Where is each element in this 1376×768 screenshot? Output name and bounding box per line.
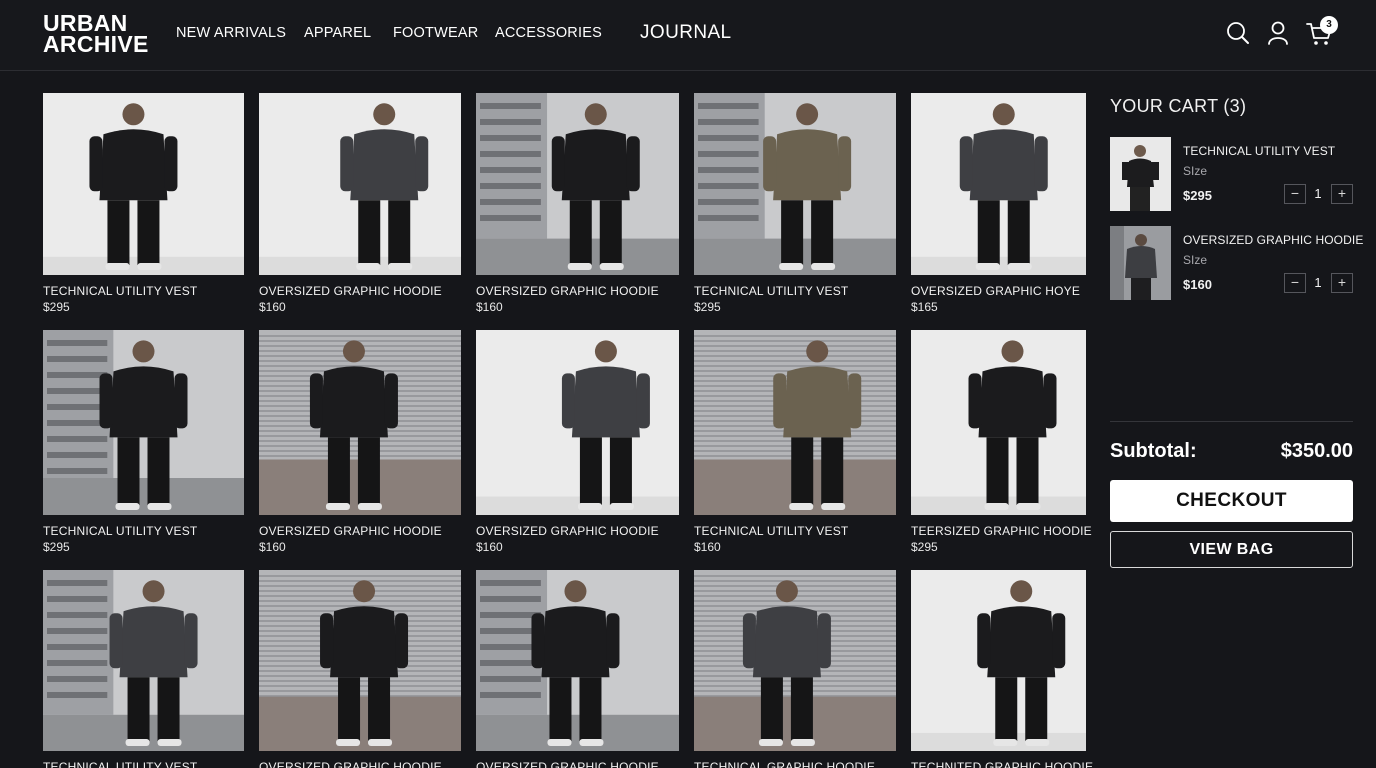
search-icon[interactable] <box>1225 19 1251 47</box>
product-card[interactable]: TECHNICAL UTILITY VEST <box>43 570 244 768</box>
product-image[interactable] <box>43 570 244 751</box>
brand-logo[interactable]: URBAN ARCHIVE <box>43 12 149 57</box>
cart-item: OVERSIZED GRAPHIC HOODIE SIze $160 − 1 + <box>1110 226 1363 302</box>
cart-item-thumbnail[interactable] <box>1110 137 1171 211</box>
product-name[interactable]: TECHNICAL UTILITY VEST <box>43 524 197 538</box>
product-name[interactable]: OVERSIZED GRAPHIC HOODIE <box>476 284 659 298</box>
subtotal-label: Subtotal: <box>1110 440 1197 462</box>
product-image[interactable] <box>259 570 461 751</box>
product-price: $295 <box>43 300 70 314</box>
user-icon[interactable] <box>1266 19 1292 47</box>
product-price: $295 <box>43 540 70 554</box>
product-card[interactable]: TECHNICAL UTILITY VEST $295 <box>694 93 896 318</box>
product-image[interactable] <box>476 93 679 275</box>
nav-new-arrivals[interactable]: NEW ARRIVALS <box>176 25 286 41</box>
product-card[interactable]: TECHNICAL UTILITY VEST $160 <box>694 330 896 555</box>
product-image[interactable] <box>694 570 896 751</box>
product-price: $295 <box>694 300 721 314</box>
product-name[interactable]: TECHNICAL UTILITY VEST <box>694 284 848 298</box>
product-image[interactable] <box>911 570 1086 751</box>
product-name[interactable]: TEERSIZED GRAPHIC HOODIE <box>911 524 1092 538</box>
product-card[interactable]: OVERSIZED GRAPHIC HOODIE <box>476 570 679 768</box>
qty-increase-button[interactable]: + <box>1331 184 1353 204</box>
nav-accessories[interactable]: ACCESSORIES <box>495 25 602 41</box>
qty-decrease-button[interactable]: − <box>1284 273 1306 293</box>
product-name[interactable]: TECHNICAL UTILITY VEST <box>43 284 197 298</box>
product-card[interactable]: OVERSIZED GRAPHIC HOODIE $160 <box>476 93 679 318</box>
product-card[interactable]: OVERSIZED GRAPHIC HOYE $165 <box>911 93 1086 318</box>
cart-divider <box>1110 421 1353 422</box>
product-image[interactable] <box>911 330 1086 515</box>
product-price: $160 <box>259 540 286 554</box>
product-name[interactable]: OVERSIZED GRAPHIC HOODIE <box>476 524 659 538</box>
qty-decrease-button[interactable]: − <box>1284 184 1306 204</box>
subtotal-value: $350.00 <box>1280 440 1353 462</box>
product-image[interactable] <box>259 330 461 515</box>
product-name[interactable]: TECHNITED GRAPHIC HOODIE <box>911 760 1093 768</box>
brand-line-2: ARCHIVE <box>43 31 149 57</box>
product-price: $165 <box>911 300 938 314</box>
product-price: $295 <box>911 540 938 554</box>
product-name[interactable]: OVERSIZED GRAPHIC HOODIE <box>476 760 659 768</box>
cart-item-price: $295 <box>1183 188 1212 203</box>
qty-increase-button[interactable]: + <box>1331 273 1353 293</box>
product-card[interactable]: OVERSIZED GRAPHIC HOODIE <box>259 570 461 768</box>
product-name[interactable]: OVERSIZED GRAPHIC HOODIE <box>259 284 442 298</box>
cart-item-name: TECHNICAL UTILITY VEST <box>1183 144 1336 158</box>
product-name[interactable]: TECHNICAL GRAPHIC HOODIE <box>694 760 875 768</box>
nav-journal[interactable]: JOURNAL <box>640 22 731 44</box>
product-name[interactable]: TECHNICAL UTILITY VEST <box>43 760 197 768</box>
product-price: $160 <box>476 300 503 314</box>
product-image[interactable] <box>694 93 896 275</box>
qty-value: 1 <box>1314 186 1322 201</box>
product-image[interactable] <box>694 330 896 515</box>
product-name[interactable]: TECHNICAL UTILITY VEST <box>694 524 848 538</box>
product-image[interactable] <box>476 330 679 515</box>
product-card[interactable]: TECHNICAL GRAPHIC HOODIE <box>694 570 896 768</box>
product-name[interactable]: OVERSIZED GRAPHIC HOYE <box>911 284 1080 298</box>
nav-apparel[interactable]: APPAREL <box>304 25 371 41</box>
product-card[interactable]: TECHNICAL UTILITY VEST $295 <box>43 93 244 318</box>
cart-item-name: OVERSIZED GRAPHIC HOODIE <box>1183 233 1364 247</box>
product-image[interactable] <box>911 93 1086 275</box>
cart-title: YOUR CART (3) <box>1110 96 1247 116</box>
qty-value: 1 <box>1314 275 1322 290</box>
cart-item-size: SIze <box>1183 164 1208 178</box>
product-name[interactable]: OVERSIZED GRAPHIC HOODIE <box>259 524 442 538</box>
cart-item-price: $160 <box>1183 277 1212 292</box>
product-price: $160 <box>476 540 503 554</box>
product-card[interactable]: OVERSIZED GRAPHIC HOODIE $160 <box>259 330 461 555</box>
nav-footwear[interactable]: FOOTWEAR <box>393 25 478 41</box>
cart-item-size: SIze <box>1183 253 1208 267</box>
product-card[interactable]: OVERSIZED GRAPHIC HOODIE $160 <box>259 93 461 318</box>
product-image[interactable] <box>259 93 461 275</box>
cart-item-thumbnail[interactable] <box>1110 226 1171 300</box>
product-card[interactable]: TEERSIZED GRAPHIC HOODIE $295 <box>911 330 1092 555</box>
product-price: $160 <box>694 540 721 554</box>
product-name[interactable]: OVERSIZED GRAPHIC HOODIE <box>259 760 442 768</box>
product-image[interactable] <box>476 570 679 751</box>
checkout-button[interactable]: CHECKOUT <box>1110 480 1353 522</box>
product-card[interactable]: TECHNICAL UTILITY VEST $295 <box>43 330 244 555</box>
product-card[interactable]: TECHNITED GRAPHIC HOODIE <box>911 570 1093 768</box>
product-image[interactable] <box>43 93 244 275</box>
product-price: $160 <box>259 300 286 314</box>
site-header: URBAN ARCHIVE NEW ARRIVALS APPAREL FOOTW… <box>0 0 1376 71</box>
cart-count-badge: 3 <box>1320 16 1338 34</box>
view-bag-button[interactable]: VIEW BAG <box>1110 531 1353 568</box>
product-image[interactable] <box>43 330 244 515</box>
product-card[interactable]: OVERSIZED GRAPHIC HOODIE $160 <box>476 330 679 555</box>
cart-item: TECHNICAL UTILITY VEST SIze $295 − 1 + <box>1110 137 1353 213</box>
